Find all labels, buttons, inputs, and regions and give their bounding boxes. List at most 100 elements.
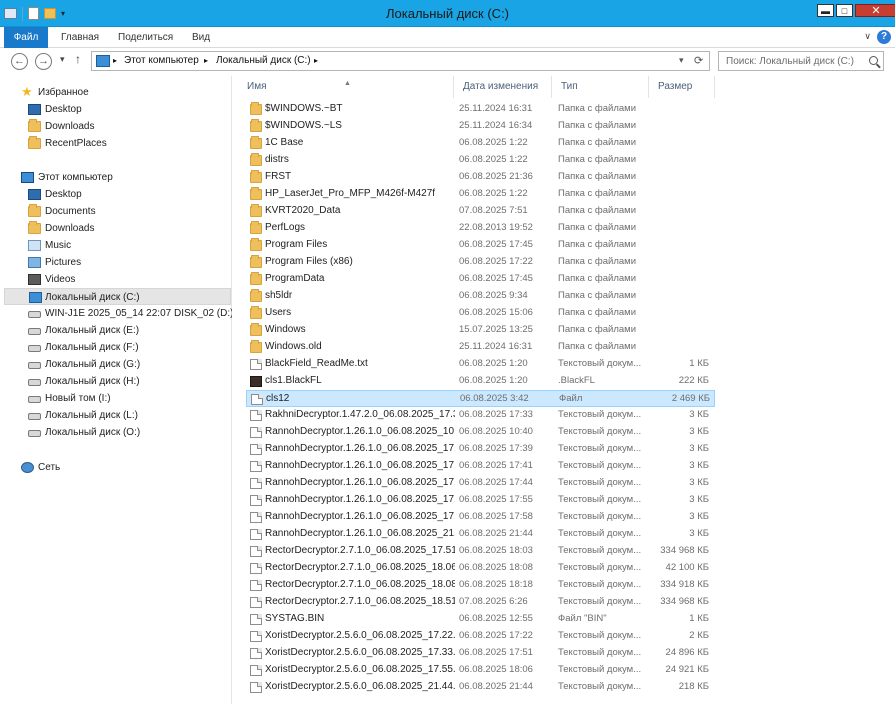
file-name: sh5ldr bbox=[265, 290, 293, 301]
desktop-icon bbox=[28, 189, 41, 200]
file-row[interactable]: Windows.old 25.11.2024 16:31 Папка с файла… bbox=[246, 339, 715, 356]
tree-item-drive-c[interactable]: Локальный диск (C:) bbox=[4, 288, 231, 305]
tab-share[interactable]: Поделиться bbox=[118, 27, 173, 48]
refresh-icon[interactable]: ⟳ bbox=[694, 54, 703, 67]
file-date: 06.08.2025 1:20 bbox=[459, 375, 528, 386]
file-row[interactable]: $WINDOWS.~LS 25.11.2024 16:34 Папка с файл… bbox=[246, 118, 715, 135]
help-button[interactable]: ? bbox=[877, 30, 891, 44]
file-row[interactable]: FRST 06.08.2025 21:36 Папка с файлами bbox=[246, 169, 715, 186]
file-row[interactable]: XoristDecryptor.2.5.6.0_06.08.2025_17.55… bbox=[246, 662, 715, 679]
file-row[interactable]: cls1.BlackFL 06.08.2025 1:20 .BlackFL 222 К… bbox=[246, 373, 715, 390]
file-row[interactable]: distrs 06.08.2025 1:22 Папка с файлами bbox=[246, 152, 715, 169]
tab-home[interactable]: Главная bbox=[61, 27, 99, 48]
file-date: 06.08.2025 10:40 bbox=[459, 426, 533, 437]
file-name: RannohDecryptor.1.26.1.0_06.08.2025_17..… bbox=[265, 460, 455, 471]
file-row[interactable]: PerfLogs 22.08.2013 19:52 Папка с файлами bbox=[246, 220, 715, 237]
file-row[interactable]: ProgramData 06.08.2025 17:45 Папка с файла… bbox=[246, 271, 715, 288]
file-row[interactable]: RannohDecryptor.1.26.1.0_06.08.2025_17..… bbox=[246, 492, 715, 509]
file-row[interactable]: sh5ldr 06.08.2025 9:34 Папка с файлами bbox=[246, 288, 715, 305]
file-size: 1 КБ bbox=[689, 613, 709, 624]
file-date: 06.08.2025 15:06 bbox=[459, 307, 533, 318]
tab-view[interactable]: Вид bbox=[192, 27, 210, 48]
column-header-type[interactable]: Тип bbox=[552, 76, 649, 98]
file-date: 06.08.2025 18:03 bbox=[459, 545, 533, 556]
search-icon[interactable] bbox=[869, 56, 878, 65]
file-row[interactable]: XoristDecryptor.2.5.6.0_06.08.2025_17.22… bbox=[246, 628, 715, 645]
file-row[interactable]: Program Files 06.08.2025 17:45 Папка с фай… bbox=[246, 237, 715, 254]
drive-icon bbox=[28, 345, 41, 352]
file-row[interactable]: SYSTAG.BIN 06.08.2025 12:55 Файл "BIN" 1 КБ bbox=[246, 611, 715, 628]
file-row[interactable]: KVRT2020_Data 07.08.2025 7:51 Папка с файл… bbox=[246, 203, 715, 220]
column-header-date[interactable]: Дата изменения bbox=[454, 76, 552, 98]
file-row[interactable]: RannohDecryptor.1.26.1.0_06.08.2025_10..… bbox=[246, 424, 715, 441]
maximize-button[interactable]: □ bbox=[836, 4, 853, 17]
file-type: Папка с файлами bbox=[558, 273, 637, 284]
recent-locations-icon[interactable]: ▾ bbox=[60, 54, 65, 65]
file-row[interactable]: BlackField_ReadMe.txt 06.08.2025 1:20 Текс… bbox=[246, 356, 715, 373]
file-row[interactable]: Program Files (x86) 06.08.2025 17:22 Папка… bbox=[246, 254, 715, 271]
window-title: Локальный диск (C:) bbox=[385, 6, 510, 21]
ribbon-tabs: Файл Главная Поделиться Вид ∨ ? bbox=[0, 27, 895, 48]
file-row[interactable]: Windows 15.07.2025 13:25 Папка с файлами bbox=[246, 322, 715, 339]
folder-icon bbox=[250, 289, 262, 302]
folder-icon bbox=[250, 221, 262, 234]
file-row[interactable]: XoristDecryptor.2.5.6.0_06.08.2025_21.44… bbox=[246, 679, 715, 696]
file-list: ▲ Имя Дата изменения Тип Размер $WINDOWS… bbox=[238, 76, 895, 704]
drive-icon bbox=[28, 362, 41, 369]
tree-label: Downloads bbox=[45, 223, 95, 234]
breadcrumb-separator-icon[interactable]: ▸ bbox=[314, 56, 318, 65]
file-type: Текстовый докум... bbox=[558, 630, 642, 641]
file-row[interactable]: HP_LaserJet_Pro_MFP_M426f-M427f 06.08.202… bbox=[246, 186, 715, 203]
search-input[interactable]: Поиск: Локальный диск (C:) bbox=[718, 51, 884, 71]
file-date: 07.08.2025 7:51 bbox=[459, 205, 528, 216]
breadcrumb-this-pc[interactable]: Этот компьютер bbox=[124, 55, 199, 66]
file-row[interactable]: RectorDecryptor.2.7.1.0_06.08.2025_17.51… bbox=[246, 543, 715, 560]
tab-file[interactable]: Файл bbox=[4, 27, 48, 48]
minimize-button[interactable]: ▬ bbox=[817, 4, 834, 17]
file-name: FRST bbox=[265, 171, 292, 182]
computer-icon bbox=[96, 55, 110, 67]
column-header-name[interactable]: ▲ Имя bbox=[238, 76, 454, 98]
file-icon bbox=[250, 444, 262, 455]
file-name: RectorDecryptor.2.7.1.0_06.08.2025_18.06… bbox=[265, 562, 455, 573]
file-row[interactable]: RakhniDecryptor.1.47.2.0_06.08.2025_17.3… bbox=[246, 407, 715, 424]
file-name: XoristDecryptor.2.5.6.0_06.08.2025_17.55… bbox=[265, 664, 455, 675]
file-size: 334 968 КБ bbox=[660, 545, 709, 556]
file-type: Папка с файлами bbox=[558, 154, 637, 165]
file-row[interactable]: RectorDecryptor.2.7.1.0_06.08.2025_18.51… bbox=[246, 594, 715, 611]
back-button[interactable]: ← bbox=[11, 53, 28, 70]
file-type: Текстовый докум... bbox=[558, 596, 642, 607]
file-row[interactable]: RannohDecryptor.1.26.1.0_06.08.2025_21..… bbox=[246, 526, 715, 543]
file-type: Папка с файлами bbox=[558, 188, 637, 199]
up-button[interactable]: ↑ bbox=[75, 52, 81, 66]
breadcrumb-separator-icon[interactable]: ▸ bbox=[204, 56, 208, 65]
file-row[interactable]: 1C Base 06.08.2025 1:22 Папка с файлами bbox=[246, 135, 715, 152]
breadcrumb-separator-icon[interactable]: ▸ bbox=[113, 56, 117, 65]
close-button[interactable]: ✕ bbox=[855, 4, 895, 17]
column-header-size[interactable]: Размер bbox=[649, 76, 715, 98]
file-row[interactable]: RannohDecryptor.1.26.1.0_06.08.2025_17..… bbox=[246, 441, 715, 458]
folder-icon bbox=[250, 238, 262, 251]
file-row[interactable]: RannohDecryptor.1.26.1.0_06.08.2025_17..… bbox=[246, 458, 715, 475]
file-row[interactable]: RectorDecryptor.2.7.1.0_06.08.2025_18.06… bbox=[246, 560, 715, 577]
navigation-pane: ★ Избранное Desktop Downloads RecentPlac… bbox=[0, 76, 233, 704]
file-row[interactable]: RannohDecryptor.1.26.1.0_06.08.2025_17..… bbox=[246, 509, 715, 526]
file-name: Windows bbox=[265, 324, 306, 335]
file-row[interactable]: $WINDOWS.~BT 25.11.2024 16:31 Папка с файл… bbox=[246, 101, 715, 118]
blackfl-file-icon bbox=[250, 376, 262, 387]
file-date: 06.08.2025 17:22 bbox=[459, 630, 533, 641]
file-row[interactable]: XoristDecryptor.2.5.6.0_06.08.2025_17.33… bbox=[246, 645, 715, 662]
file-type: Папка с файлами bbox=[558, 137, 637, 148]
address-bar[interactable]: ▸ Этот компьютер ▸ Локальный диск (C:) ▸… bbox=[91, 51, 710, 71]
file-row[interactable]: Users 06.08.2025 15:06 Папка с файлами bbox=[246, 305, 715, 322]
file-row[interactable]: cls12 06.08.2025 3:42 Файл 2 469 КБ bbox=[246, 390, 715, 407]
forward-button[interactable]: → bbox=[35, 53, 52, 70]
file-date: 06.08.2025 9:34 bbox=[459, 290, 528, 301]
file-row[interactable]: RannohDecryptor.1.26.1.0_06.08.2025_17..… bbox=[246, 475, 715, 492]
file-icon bbox=[250, 682, 262, 693]
file-row[interactable]: RectorDecryptor.2.7.1.0_06.08.2025_18.08… bbox=[246, 577, 715, 594]
breadcrumb-local-disk-c[interactable]: Локальный диск (C:) bbox=[216, 55, 311, 66]
file-name: distrs bbox=[265, 154, 289, 165]
ribbon-expand-icon[interactable]: ∨ bbox=[864, 31, 871, 42]
address-dropdown-icon[interactable]: ▾ bbox=[679, 55, 684, 66]
